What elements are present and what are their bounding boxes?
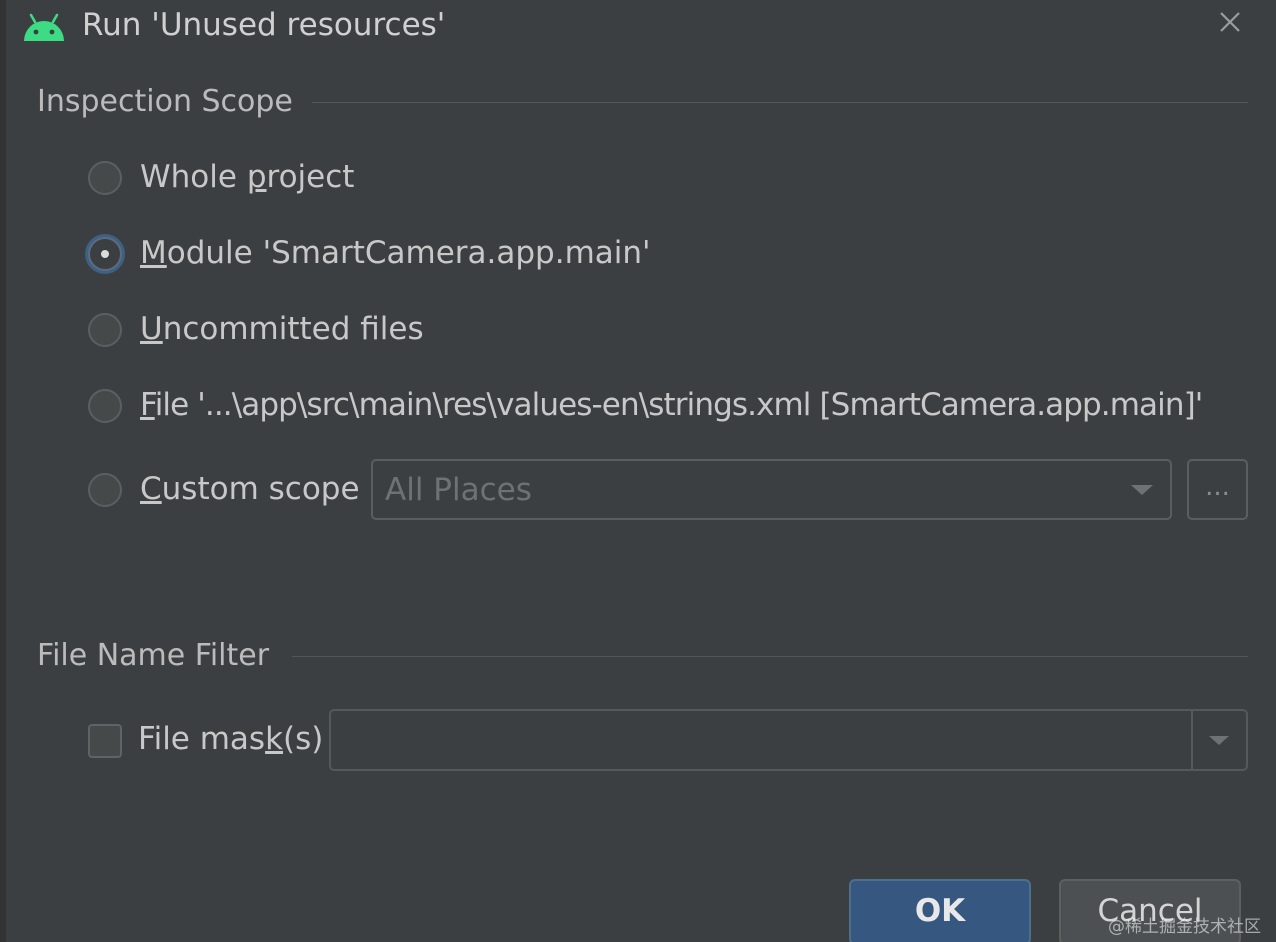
whole-project-label[interactable]: Whole project [140,159,354,195]
file-name-filter-separator [292,656,1248,657]
whole-project-radio[interactable] [88,161,122,195]
run-inspection-dialog: Run 'Unused resources' Inspection Scope … [0,0,1276,942]
custom-scope-value: All Places [385,472,532,508]
file-mask-input[interactable] [331,711,1191,769]
file-label[interactable]: File '...\app\src\main\res\values-en\str… [140,387,1203,423]
module-radio[interactable] [88,237,122,271]
android-icon [24,13,64,41]
file-radio[interactable] [88,389,122,423]
ok-button[interactable]: OK [849,879,1031,942]
custom-scope-label[interactable]: Custom scope [140,471,360,507]
uncommitted-files-radio[interactable] [88,313,122,347]
inspection-scope-title: Inspection Scope [37,84,293,119]
file-mask-label[interactable]: File mask(s) [138,721,323,757]
module-label[interactable]: Module 'SmartCamera.app.main' [140,235,651,271]
chevron-down-icon [1209,736,1229,745]
window-edge [0,0,6,942]
title-bar: Run 'Unused resources' [0,0,1276,54]
file-mask-dropdown-button[interactable] [1193,711,1246,769]
radio-selected-dot [101,250,109,258]
file-name-filter-title: File Name Filter [37,638,270,673]
browse-scope-label: ... [1205,472,1230,502]
dialog-title: Run 'Unused resources' [82,7,446,43]
watermark: @稀土掘金技术社区 [1108,917,1261,937]
close-icon[interactable] [1212,4,1248,40]
inspection-scope-separator [312,102,1248,103]
custom-scope-radio[interactable] [88,473,122,507]
custom-scope-dropdown[interactable]: All Places [371,459,1172,520]
uncommitted-files-label[interactable]: Uncommitted files [140,311,424,347]
chevron-down-icon [1131,485,1153,495]
file-mask-combo [329,709,1248,771]
browse-scope-button[interactable]: ... [1187,459,1248,520]
file-mask-checkbox[interactable] [88,724,122,758]
